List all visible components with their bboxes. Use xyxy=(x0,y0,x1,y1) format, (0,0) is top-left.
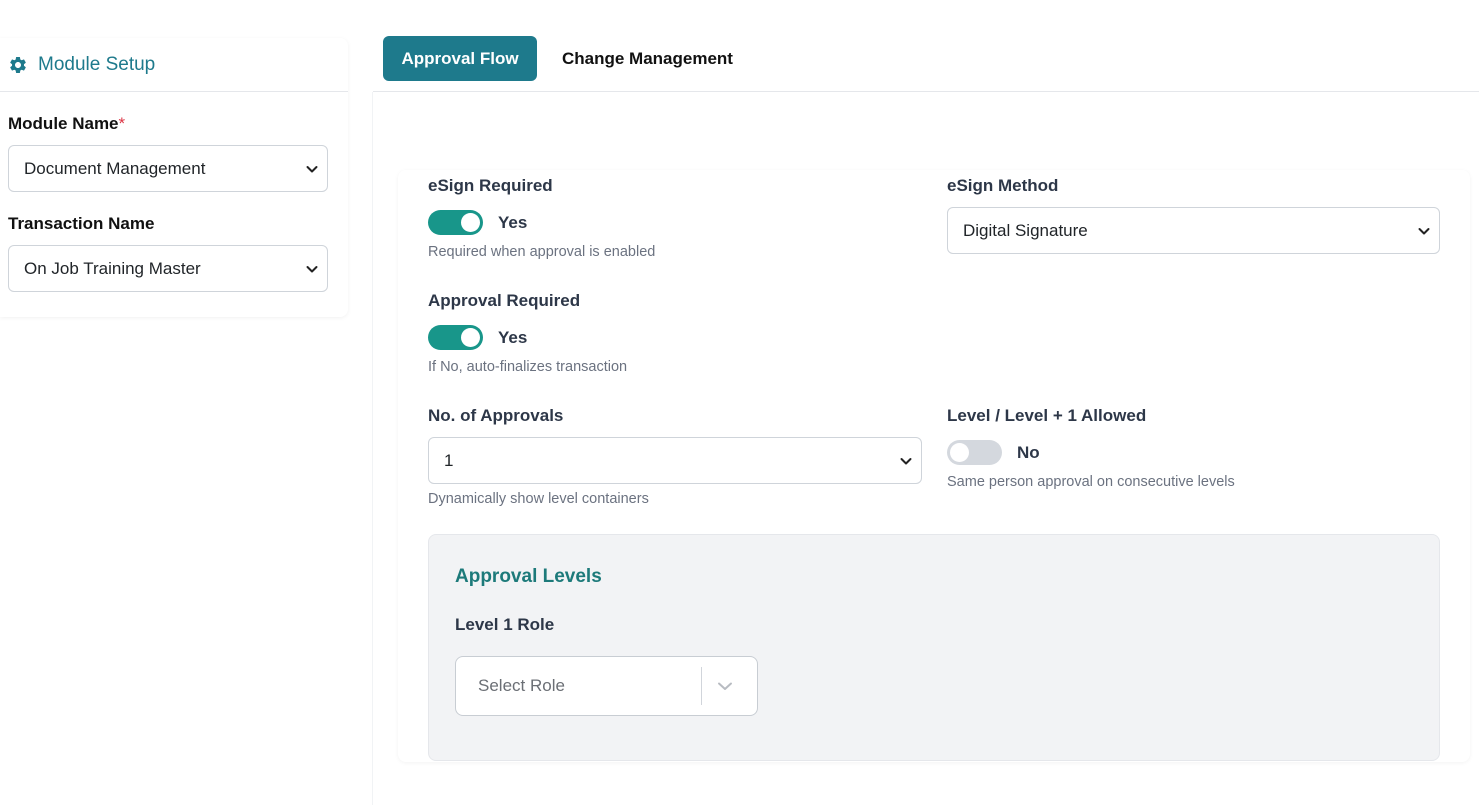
num-approvals-hint: Dynamically show level containers xyxy=(428,491,649,507)
approval-levels-box: Approval Levels Level 1 Role Select Role xyxy=(428,534,1440,761)
esign-method-value: Digital Signature xyxy=(963,220,1088,240)
module-name-value: Document Management xyxy=(24,158,206,178)
select-separator xyxy=(701,667,702,705)
level-allowed-state: No xyxy=(1017,442,1040,462)
num-approvals-select[interactable]: 1 xyxy=(428,437,922,484)
tab-change-management[interactable]: Change Management xyxy=(562,36,733,81)
esign-method-select[interactable]: Digital Signature xyxy=(947,207,1440,254)
chevron-down-icon xyxy=(306,163,318,175)
approval-required-toggle[interactable] xyxy=(428,325,483,350)
tabs-bar: Approval Flow Change Management xyxy=(373,0,1479,92)
module-setup-header: Module Setup xyxy=(0,38,348,92)
level-allowed-label: Level / Level + 1 Allowed xyxy=(947,406,1147,425)
tab-approval-flow[interactable]: Approval Flow xyxy=(383,36,537,81)
esign-required-toggle[interactable] xyxy=(428,210,483,235)
module-name-select[interactable]: Document Management xyxy=(8,145,328,192)
transaction-name-label: Transaction Name xyxy=(8,214,155,233)
approval-required-toggle-row: Yes xyxy=(428,325,527,350)
chevron-down-icon xyxy=(1418,225,1430,237)
level-1-role-label: Level 1 Role xyxy=(455,615,555,634)
level-allowed-hint: Same person approval on consecutive leve… xyxy=(947,474,1235,490)
approval-levels-title: Approval Levels xyxy=(455,566,602,587)
level-1-role-select[interactable]: Select Role xyxy=(455,656,758,716)
approval-required-hint: If No, auto-finalizes transaction xyxy=(428,359,628,375)
esign-required-label: eSign Required xyxy=(428,176,553,195)
esign-method-label: eSign Method xyxy=(947,176,1059,195)
module-setup-panel: Module Setup Module Name* Document Manag… xyxy=(0,38,348,317)
toggle-knob xyxy=(950,443,969,462)
level-allowed-toggle[interactable] xyxy=(947,440,1002,465)
chevron-down-icon xyxy=(306,263,318,275)
toggle-knob xyxy=(461,328,480,347)
gear-icon xyxy=(8,55,28,75)
level-allowed-toggle-row: No xyxy=(947,440,1040,465)
module-setup-title: Module Setup xyxy=(38,53,156,75)
esign-required-hint: Required when approval is enabled xyxy=(428,244,656,260)
esign-required-state: Yes xyxy=(498,212,528,232)
toggle-knob xyxy=(461,213,480,232)
esign-required-toggle-row: Yes xyxy=(428,210,527,235)
required-mark: * xyxy=(118,114,126,133)
num-approvals-label: No. of Approvals xyxy=(428,406,564,425)
chevron-down-icon xyxy=(900,455,912,467)
approval-required-state: Yes xyxy=(498,327,528,347)
divider xyxy=(372,92,373,805)
chevron-down-icon[interactable] xyxy=(716,677,734,695)
num-approvals-value: 1 xyxy=(444,450,454,470)
role-placeholder: Select Role xyxy=(478,676,565,695)
module-name-label: Module Name* xyxy=(8,114,126,133)
transaction-name-value: On Job Training Master xyxy=(24,258,201,278)
approval-required-label: Approval Required xyxy=(428,291,581,310)
transaction-name-select[interactable]: On Job Training Master xyxy=(8,245,328,292)
